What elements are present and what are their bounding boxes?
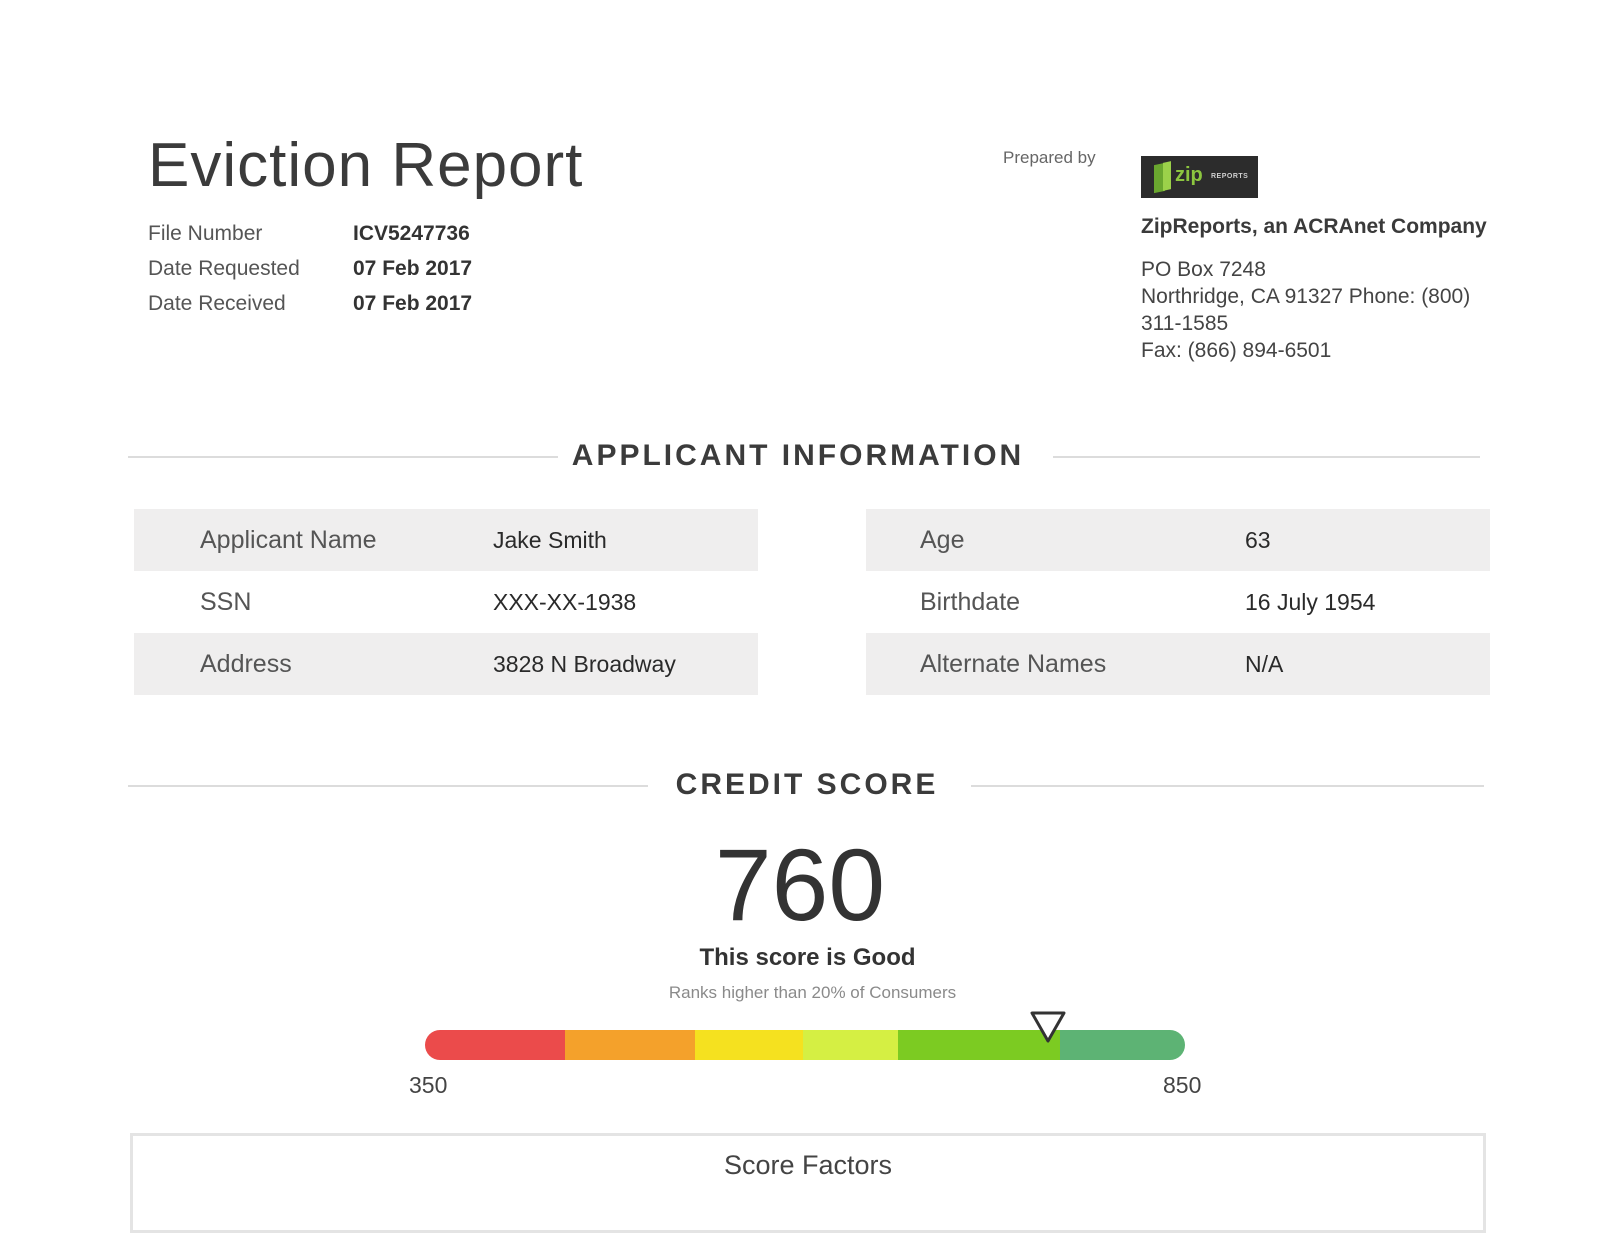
field-value: Jake Smith <box>493 527 607 553</box>
gauge-max-label: 850 <box>1163 1072 1202 1098</box>
meta-label: Date Requested <box>148 257 300 280</box>
field-value: XXX-XX-1938 <box>493 589 637 615</box>
field-value: 16 July 1954 <box>1245 589 1376 615</box>
gauge-segment <box>565 1030 695 1060</box>
company-address: PO Box 7248 Northridge, CA 91327 Phone: … <box>1141 256 1491 364</box>
gauge-segment <box>425 1030 565 1060</box>
table-row: SSN XXX-XX-1938 <box>134 571 758 633</box>
field-label: Address <box>200 650 292 678</box>
prepared-by-label: Prepared by <box>1003 148 1096 167</box>
score-factors-title: Score Factors <box>723 1150 893 1180</box>
score-caption: This score is Good <box>699 944 916 971</box>
table-row: Age 63 <box>866 509 1490 571</box>
gauge-min-label: 350 <box>409 1072 448 1098</box>
meta-row-date-received: Date Received 07 Feb 2017 <box>148 286 472 321</box>
logo-text: zip <box>1175 164 1203 186</box>
meta-label: File Number <box>148 222 263 245</box>
table-row: Applicant Name Jake Smith <box>134 509 758 571</box>
logo-subtext: REPORTS <box>1211 173 1249 180</box>
report-meta: File Number ICV5247736 Date Requested 07 F… <box>148 216 472 321</box>
score-gauge <box>425 1030 1185 1060</box>
score-factors-panel: Score Factors <box>130 1133 1486 1233</box>
gauge-segment <box>803 1030 898 1060</box>
meta-value: 07 Feb 2017 <box>353 292 473 315</box>
gauge-segment <box>695 1030 803 1060</box>
score-rank: Ranks higher than 20% of Consumers <box>668 983 957 1002</box>
field-value: 3828 N Broadway <box>493 651 676 677</box>
applicant-section-heading: APPLICANT INFORMATION <box>128 436 1480 476</box>
score-marker-icon <box>1030 1011 1066 1043</box>
field-label: Age <box>920 526 965 554</box>
field-label: Birthdate <box>920 588 1021 616</box>
table-row: Birthdate 16 July 1954 <box>866 571 1490 633</box>
logo-book-icon-front <box>1163 161 1171 191</box>
meta-row-file-number: File Number ICV5247736 <box>148 216 472 251</box>
table-row: Alternate Names N/A <box>866 633 1490 695</box>
meta-row-date-requested: Date Requested 07 Feb 2017 <box>148 251 472 286</box>
field-label: Alternate Names <box>920 650 1107 678</box>
address-line: PO Box 7248 <box>1141 258 1266 281</box>
section-title: APPLICANT INFORMATION <box>571 439 1025 472</box>
meta-label: Date Received <box>148 292 286 315</box>
meta-value: ICV5247736 <box>353 222 470 245</box>
applicant-table-left: Applicant Name Jake Smith SSN XXX-XX-1938 … <box>134 509 758 695</box>
credit-score-value: 760 <box>714 828 886 942</box>
company-name: ZipReports, an ACRAnet Company <box>1141 215 1487 238</box>
field-value: 63 <box>1245 527 1271 553</box>
address-line: Northridge, CA 91327 Phone: (800) 311-15… <box>1141 285 1471 335</box>
meta-value: 07 Feb 2017 <box>353 257 473 280</box>
zipreports-logo: zip REPORTS <box>1141 156 1258 198</box>
report-title: Eviction Report <box>148 131 584 200</box>
table-row: Address 3828 N Broadway <box>134 633 758 695</box>
applicant-table-right: Age 63 Birthdate 16 July 1954 Alternate Na… <box>866 509 1490 695</box>
section-title: CREDIT SCORE <box>675 768 939 801</box>
fax-line: Fax: (866) 894-6501 <box>1141 339 1332 362</box>
gauge-segment <box>1060 1030 1185 1060</box>
credit-section-heading: CREDIT SCORE <box>128 765 1484 805</box>
field-label: SSN <box>200 588 252 616</box>
field-label: Applicant Name <box>200 526 377 554</box>
field-value: N/A <box>1245 651 1284 677</box>
